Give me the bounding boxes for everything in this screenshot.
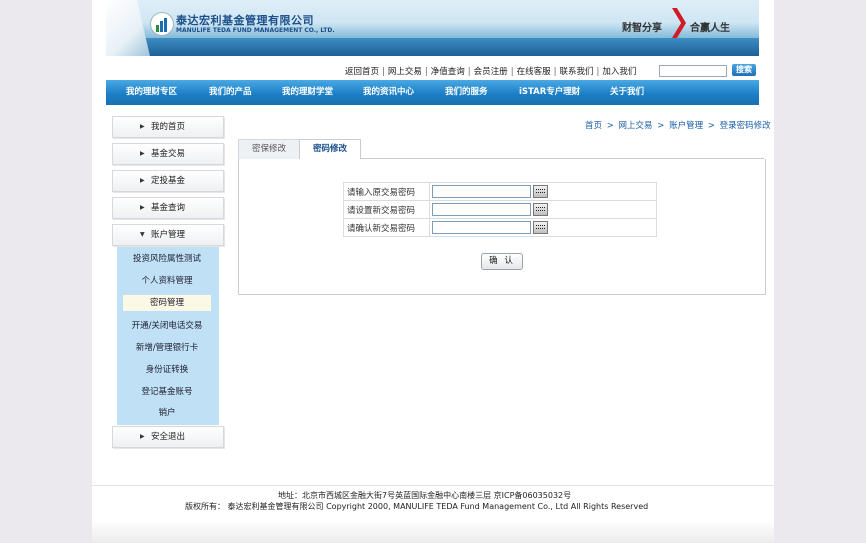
slogan-left: 财智分享 [622,23,662,34]
new-password-input[interactable] [432,203,531,216]
footer-address: 地址：北京市西城区金融大街7号英蓝国际金融中心南楼三层 京ICP备0603503… [278,491,572,500]
nav-my-wealth[interactable]: 我的理财专区 [126,80,177,105]
company-name-en: MANULIFE TEDA FUND MANAGEMENT CO., LTD. [176,27,335,34]
sidebar-item-label: 基金交易 [151,149,186,159]
submenu-profile[interactable]: 个人资料管理 [123,273,211,289]
sidebar-item-account[interactable]: ▼ 账户管理 [112,224,224,246]
tab-password-change[interactable]: 密码修改 [299,139,361,161]
triangle-right-icon: ▶ [140,123,145,130]
sidebar-item-label: 安全退出 [151,432,186,442]
form-row-new-password: 请设置新交易密码 [343,200,657,219]
sidebar-item-label: 账户管理 [151,230,186,240]
sidebar-item-label: 我的首页 [151,122,186,132]
triangle-right-icon: ▶ [140,177,145,184]
toplink-online-trade[interactable]: 网上交易 [388,67,422,77]
header-banner: 泰达宏利基金管理有限公司 MANULIFE TEDA FUND MANAGEME… [106,0,759,56]
toplink-nav-query[interactable]: 净值查询 [431,67,465,77]
search-button[interactable]: 搜索 [732,64,756,76]
toplink-online-service[interactable]: 在线客服 [517,67,551,77]
nav-istar[interactable]: iSTAR专户理财 [519,80,580,105]
nav-products[interactable]: 我们的产品 [209,80,252,105]
submenu-password[interactable]: 密码管理 [123,295,211,311]
confirm-password-input[interactable] [432,221,531,234]
breadcrumb-online-trade[interactable]: 网上交易 [619,121,653,131]
triangle-right-icon: ▶ [140,150,145,157]
footer-band [92,520,774,543]
breadcrumb: 首页 > 网上交易 > 账户管理 > 登录密码修改 [585,121,771,131]
toplink-join[interactable]: 加入我们 [602,67,636,77]
breadcrumb-home[interactable]: 首页 [585,121,602,131]
sidebar-item-label: 定投基金 [151,176,186,186]
toplink-home[interactable]: 返回首页 [345,67,379,77]
sailboat-image [106,0,150,56]
sidebar-item-fixed-invest[interactable]: ▶ 定投基金 [112,170,224,192]
form-label: 请确认新交易密码 [343,218,430,237]
submenu-risk-test[interactable]: 投资风险属性测试 [123,251,211,267]
password-form: 请输入原交易密码 请设置新交易密码 请确认新交易密码 [343,182,657,237]
company-logo-icon[interactable] [150,12,174,36]
confirm-button[interactable]: 确 认 [481,253,523,270]
form-row-old-password: 请输入原交易密码 [343,182,657,201]
sidebar-item-logout[interactable]: ▶ 安全退出 [112,426,224,448]
sidebar-item-fund-query[interactable]: ▶ 基金查询 [112,197,224,219]
nav-services[interactable]: 我们的服务 [445,80,488,105]
toplink-register[interactable]: 会员注册 [474,67,508,77]
submenu-register-fund-account[interactable]: 登记基金账号 [123,384,211,400]
slogan-right: 合赢人生 [690,23,730,34]
keyboard-icon[interactable] [533,203,548,216]
nav-info-center[interactable]: 我的资讯中心 [363,80,414,105]
nav-about[interactable]: 关于我们 [610,80,644,105]
footer-copyright: 版权所有： 泰达宏利基金管理有限公司 Copyright 2000, MANUL… [185,502,649,511]
triangle-right-icon: ▶ [140,433,145,440]
submenu-phone-trade[interactable]: 开通/关闭电话交易 [123,318,211,334]
nav-school[interactable]: 我的理财学堂 [282,80,333,105]
main-nav: 我的理财专区 我们的产品 我的理财学堂 我的资讯中心 我们的服务 iSTAR专户… [106,80,759,105]
submenu-close-account[interactable]: 销户 [123,405,211,421]
sidebar-item-home[interactable]: ▶ 我的首页 [112,116,224,138]
breadcrumb-account[interactable]: 账户管理 [669,121,703,131]
sidebar-item-label: 基金查询 [151,203,186,213]
footer-divider [92,485,774,486]
keyboard-icon[interactable] [533,221,548,234]
account-submenu: 投资风险属性测试 个人资料管理 密码管理 开通/关闭电话交易 新增/管理银行卡 … [117,247,219,425]
sea-wave-decoration [106,38,759,56]
old-password-input[interactable] [432,185,531,198]
tab-security-question[interactable]: 密保修改 [238,139,300,159]
triangle-right-icon: ▶ [140,204,145,211]
search-input[interactable] [659,65,727,77]
breadcrumb-current[interactable]: 登录密码修改 [720,121,771,131]
triangle-down-icon: ▼ [140,231,145,238]
chevron-right-icon [672,8,686,38]
page: 泰达宏利基金管理有限公司 MANULIFE TEDA FUND MANAGEME… [92,0,774,543]
submenu-id-convert[interactable]: 身份证转换 [123,362,211,378]
form-label: 请输入原交易密码 [343,182,430,201]
top-links: 返回首页 | 网上交易 | 净值查询 | 会员注册 | 在线客服 | 联系我们 | 加入我们 [345,67,637,77]
keyboard-icon[interactable] [533,185,548,198]
company-name-cn: 泰达宏利基金管理有限公司 [176,14,314,27]
submenu-bank-card[interactable]: 新增/管理银行卡 [123,340,211,356]
sidebar-item-fund-trade[interactable]: ▶ 基金交易 [112,143,224,165]
form-label: 请设置新交易密码 [343,200,430,219]
form-row-confirm-password: 请确认新交易密码 [343,218,657,237]
toplink-contact[interactable]: 联系我们 [559,67,593,77]
